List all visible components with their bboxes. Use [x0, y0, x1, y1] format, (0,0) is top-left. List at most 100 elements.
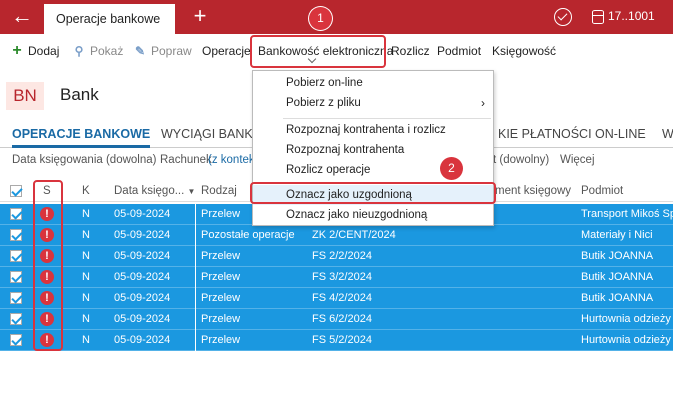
cell-type: Przelew: [201, 334, 241, 346]
cell-date: 05-09-2024: [114, 313, 171, 325]
menu-item-mark-unreconciled[interactable]: Oznacz jako nieuzgodnioną: [253, 205, 493, 225]
cell-document: ZK 2/CENT/2024: [312, 229, 396, 241]
cell-document: FS 6/2/2024: [312, 313, 372, 325]
cell-k: N: [82, 313, 90, 325]
page-title: Bank: [60, 85, 99, 104]
select-all-checkbox[interactable]: [10, 185, 22, 197]
account-filter-link[interactable]: (z kontek: [208, 154, 255, 166]
row-checkbox[interactable]: [10, 334, 22, 346]
show-label: Pokaż: [90, 44, 124, 58]
edit-button[interactable]: ✎ Popraw: [133, 34, 192, 68]
account-filter-label[interactable]: Rachunek: [160, 154, 212, 166]
col-type[interactable]: Rodzaj: [201, 180, 237, 202]
cell-document: FS 2/2/2024: [312, 250, 372, 262]
column-divider: [195, 267, 196, 288]
row-checkbox[interactable]: [10, 292, 22, 304]
arrow-left-icon[interactable]: ←: [0, 0, 44, 34]
col-document[interactable]: ment księgowy: [495, 180, 571, 202]
column-divider: [195, 309, 196, 330]
row-checkbox[interactable]: [10, 208, 22, 220]
col-date-label: Data księgo...: [114, 185, 185, 197]
tab-operacje-bankowe[interactable]: Operacje bankowe: [44, 2, 175, 34]
menu-item-download-file[interactable]: Pobierz z pliku ›: [253, 93, 493, 113]
chevron-right-icon: ›: [481, 96, 485, 110]
cell-subject: Hurtownia odzieży: [581, 334, 671, 346]
cell-type: Przelew: [201, 250, 241, 262]
cell-k: N: [82, 250, 90, 262]
tab-more[interactable]: W: [662, 122, 673, 148]
tab-operacje-bankowe-section[interactable]: OPERACJE BANKOWE: [12, 122, 151, 148]
row-checkbox[interactable]: [10, 229, 22, 241]
cell-subject: Butik JOANNA: [581, 250, 654, 262]
cell-date: 05-09-2024: [114, 292, 171, 304]
cell-k: N: [82, 292, 90, 304]
table-row[interactable]: ! N 05-09-2024 Przelew FS 2/2/2024 Butik JOAN…: [0, 246, 673, 267]
pencil-icon: ✎: [134, 44, 146, 58]
plus-icon[interactable]: +: [186, 0, 214, 34]
plus-icon: +: [12, 42, 22, 59]
table-row[interactable]: ! N 05-09-2024 Przelew FS 4/2/2024 Butik JOAN…: [0, 288, 673, 309]
cell-k: N: [82, 208, 90, 220]
show-button[interactable]: ⚲ Pokaż: [72, 34, 124, 68]
row-checkbox[interactable]: [10, 250, 22, 262]
col-subject[interactable]: Podmiot: [581, 180, 623, 202]
cell-date: 05-09-2024: [114, 229, 171, 241]
cell-type: Przelew: [201, 271, 241, 283]
column-divider: [195, 225, 196, 246]
settle-menu[interactable]: Rozlicz: [391, 34, 430, 68]
callout-outline-menu: [250, 35, 386, 68]
add-button[interactable]: + Dodaj: [10, 34, 59, 68]
table-row[interactable]: ! N 05-09-2024 Pozostałe operacje ZK 2/CENT/…: [0, 225, 673, 246]
cell-type: Przelew: [201, 313, 241, 325]
add-label: Dodaj: [28, 44, 60, 58]
row-checkbox[interactable]: [10, 271, 22, 283]
callout-badge-1: 1: [309, 7, 332, 30]
date-filter[interactable]: Data księgowania (dowolna): [12, 154, 156, 166]
column-divider: [195, 288, 196, 309]
menu-divider: [283, 118, 491, 119]
database-icon[interactable]: [592, 10, 604, 24]
operations-menu[interactable]: Operacje: [202, 34, 251, 68]
callout-outline-mark-reconciled: [250, 182, 496, 204]
subject-filter[interactable]: t (dowolny): [493, 154, 549, 166]
table-row[interactable]: ! N 05-09-2024 Przelew FS 3/2/2024 Butik JOAN…: [0, 267, 673, 288]
edit-label: Popraw: [151, 44, 192, 58]
table-row[interactable]: ! N 05-09-2024 Przelew FS 5/2/2024 Hurtownia …: [0, 330, 673, 351]
module-badge: BN: [6, 82, 44, 110]
cell-k: N: [82, 229, 90, 241]
check-circle-icon[interactable]: [554, 8, 572, 26]
tab-platnosci-online[interactable]: KIE PŁATNOŚCI ON-LINE: [498, 122, 646, 148]
cell-k: N: [82, 334, 90, 346]
sort-down-icon: ▼: [187, 187, 196, 196]
row-checkbox[interactable]: [10, 313, 22, 325]
callout-badge-2: 2: [440, 157, 463, 180]
accounting-menu[interactable]: Księgowość: [492, 34, 556, 68]
cell-subject: Transport Mikoś Sp: [581, 208, 673, 220]
cell-date: 05-09-2024: [114, 271, 171, 283]
col-k[interactable]: K: [82, 180, 90, 202]
cell-document: FS 3/2/2024: [312, 271, 372, 283]
cell-date: 05-09-2024: [114, 208, 171, 220]
menu-item-recognize-settle[interactable]: Rozpoznaj kontrahenta i rozlicz: [253, 120, 493, 140]
callout-outline-status-column: [33, 180, 63, 351]
cell-type: Pozostałe operacje: [201, 229, 295, 241]
column-divider: [195, 330, 196, 351]
table-row[interactable]: ! N 05-09-2024 Przelew FS 6/2/2024 Hurtownia …: [0, 309, 673, 330]
more-filters[interactable]: Więcej: [560, 154, 595, 166]
company-id[interactable]: 17..1001: [608, 9, 655, 23]
search-icon: ⚲: [74, 44, 84, 58]
cell-document: FS 5/2/2024: [312, 334, 372, 346]
column-divider: [195, 204, 196, 225]
cell-type: Przelew: [201, 292, 241, 304]
title-bar: ← Operacje bankowe + 17..1001: [0, 0, 673, 34]
menu-item-download-file-label: Pobierz z pliku: [286, 97, 361, 109]
cell-subject: Materiały i Nici: [581, 229, 653, 241]
menu-item-download-online[interactable]: Pobierz on-line: [253, 73, 493, 93]
col-date[interactable]: Data księgo... ▼: [114, 180, 195, 202]
cell-k: N: [82, 271, 90, 283]
cell-subject: Butik JOANNA: [581, 292, 654, 304]
subject-menu[interactable]: Podmiot: [437, 34, 481, 68]
tab-wyciagi[interactable]: WYCIĄGI BANKO: [161, 122, 262, 148]
menu-item-recognize[interactable]: Rozpoznaj kontrahenta: [253, 140, 493, 160]
cell-subject: Hurtownia odzieży: [581, 313, 671, 325]
